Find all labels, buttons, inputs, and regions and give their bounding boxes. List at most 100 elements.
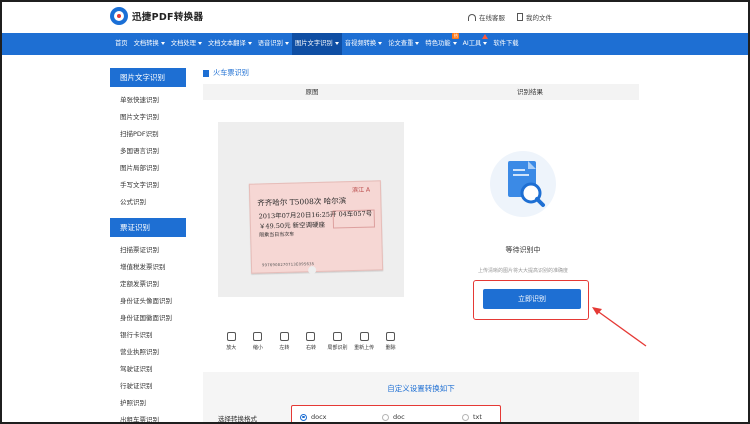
image-preview: 滨江 A 齐齐哈尔 T5008次 哈尔滨 2013年07月20日16:25开 0…	[218, 122, 404, 297]
ticket-price: ￥49.50元 新空调硬座	[258, 220, 326, 231]
logo-icon	[110, 7, 128, 25]
chevron-down-icon	[378, 41, 383, 45]
chevron-down-icon	[247, 41, 252, 45]
recognize-illustration-icon	[490, 151, 556, 217]
sidebar-item[interactable]: 增值税发票识别	[120, 259, 186, 276]
logo-text: 迅捷PDF转换器	[132, 12, 204, 23]
sidebar-item[interactable]: 扫描PDF识别	[120, 126, 186, 143]
format-doc-label: doc	[393, 413, 405, 421]
top-header: 迅捷PDF转换器 在线客服 我的文件	[2, 2, 748, 32]
hot-badge: 热	[452, 33, 460, 39]
sidebar-item[interactable]: 身份证头像面识别	[120, 293, 186, 310]
sidebar-item[interactable]: 手写文字识别	[120, 177, 186, 194]
ticket-serial: 9976908270713E095635	[261, 261, 315, 268]
sidebar-item[interactable]: 公式识别	[120, 194, 186, 211]
ticket-stamp	[332, 209, 376, 229]
nav-item-label: 语音识别	[257, 40, 283, 47]
conversion-settings: 自定义设置转换如下 选择转换格式 docx doc txt	[203, 372, 639, 423]
tool-button-6[interactable]: 删除	[380, 332, 402, 351]
breadcrumb: 火车票识别	[203, 66, 639, 80]
zoom-in-icon	[226, 332, 236, 341]
browser-frame: 迅捷PDF转换器 在线客服 我的文件 首页 文档转换 文档处理 文档文本翻译 语音识别图…	[0, 0, 750, 424]
logo[interactable]: 迅捷PDF转换器	[110, 7, 203, 25]
sidebar-list: 扫描票证识别 增值税发票识别 定额发票识别 身份证头像面识别 身份证国徽面识别 银行卡识别…	[110, 237, 186, 422]
format-option-docx[interactable]: docx	[300, 413, 327, 421]
nav-item-label: 首页	[115, 40, 128, 47]
chevron-down-icon	[415, 41, 420, 45]
tool-label: 局部识别	[327, 345, 348, 351]
online-service-link[interactable]: 在线客服	[468, 12, 505, 22]
sidebar-item[interactable]: 图片文字识别	[120, 109, 186, 126]
sidebar-item[interactable]: 图片局部识别	[120, 160, 186, 177]
my-files-link[interactable]: 我的文件	[517, 12, 552, 22]
annotation-arrow-icon	[592, 307, 647, 347]
nav-item-4[interactable]: 语音识别	[255, 33, 292, 55]
sidebar-item[interactable]: 护照识别	[120, 395, 186, 412]
format-option-doc[interactable]: doc	[382, 413, 405, 421]
tool-label: 删除	[385, 345, 396, 351]
rotate-right-icon	[306, 332, 316, 341]
sidebar-item[interactable]: 行驶证识别	[120, 378, 186, 395]
chevron-down-icon	[452, 41, 457, 45]
nav-item-7[interactable]: 论文查重	[385, 33, 422, 55]
refresh-icon	[359, 332, 369, 341]
tool-label: 左转	[279, 345, 290, 351]
chevron-down-icon	[160, 41, 165, 45]
nav-item-label: 文档转换	[133, 40, 159, 47]
breadcrumb-icon	[203, 69, 209, 77]
settings-title: 自定义设置转换如下	[387, 384, 455, 393]
recognize-now-button[interactable]: 立即识别	[483, 289, 581, 309]
chevron-down-icon	[197, 41, 202, 45]
sidebar-section-title[interactable]: 图片文字识别	[110, 68, 186, 87]
headset-icon	[468, 13, 476, 21]
panel-header: 原图 识别结果	[203, 84, 639, 100]
document-icon	[517, 13, 523, 21]
tool-button-0[interactable]: 放大	[220, 332, 242, 351]
tool-button-4[interactable]: 局部识别	[327, 332, 349, 351]
sidebar-item[interactable]: 出租车票识别	[120, 412, 186, 422]
format-docx-label: docx	[311, 413, 327, 421]
chevron-down-icon	[483, 41, 488, 45]
nav-item-6[interactable]: 音视频转换	[342, 33, 385, 55]
sidebar-item[interactable]: 营业执照识别	[120, 344, 186, 361]
nav-item-2[interactable]: 文档处理	[168, 33, 205, 55]
header-links: 在线客服 我的文件	[468, 12, 552, 22]
nav-item-5[interactable]: 图片文字识别	[291, 33, 342, 55]
ticket-notch	[308, 266, 317, 275]
sidebar-item[interactable]: 身份证国徽面识别	[120, 310, 186, 327]
nav-item-9[interactable]: AI工具	[460, 33, 491, 55]
radio-txt[interactable]	[462, 413, 469, 421]
format-option-txt[interactable]: txt	[462, 413, 482, 421]
sidebar-item[interactable]: 多国语言识别	[120, 143, 186, 160]
nav-item-3[interactable]: 文档文本翻译	[205, 33, 255, 55]
nav-item-label: 软件下载	[493, 40, 519, 47]
nav-item-8[interactable]: 特色功能热	[422, 33, 460, 55]
tool-button-2[interactable]: 左转	[273, 332, 295, 351]
nav-item-label: 特色功能	[425, 40, 451, 47]
tool-button-1[interactable]: 缩小	[247, 332, 269, 351]
nav-item-label: AI工具	[462, 40, 482, 47]
tool-button-3[interactable]: 右转	[300, 332, 322, 351]
tool-label: 放大	[226, 345, 237, 351]
tool-label: 右转	[305, 345, 316, 351]
sidebar-item[interactable]: 定额发票识别	[120, 276, 186, 293]
sidebar-item[interactable]: 单张快速识别	[120, 92, 186, 109]
radio-docx[interactable]	[300, 413, 307, 421]
sidebar-item[interactable]: 银行卡识别	[120, 327, 186, 344]
tool-button-5[interactable]: 重新上传	[353, 332, 375, 351]
ticket-photo: 滨江 A 齐齐哈尔 T5008次 哈尔滨 2013年07月20日16:25开 0…	[218, 122, 404, 297]
nav-item-1[interactable]: 文档转换	[131, 33, 168, 55]
recognize-hint: 上传清晰的图片将大大提高识别的准确度	[477, 268, 568, 274]
radio-doc[interactable]	[382, 413, 389, 421]
sidebar-item[interactable]: 扫描票证识别	[120, 242, 186, 259]
rotate-left-icon	[279, 332, 289, 341]
recognize-button-highlight: 立即识别	[473, 280, 589, 320]
main-content: 火车票识别 原图 识别结果 滨江 A 齐齐哈尔 T5008次 哈尔滨 2013年…	[203, 66, 639, 422]
ticket-station-no: 滨江 A	[351, 186, 371, 195]
format-label: 选择转换格式	[218, 415, 257, 423]
nav-item-0[interactable]: 首页	[112, 33, 131, 55]
sidebar-item[interactable]: 驾驶证识别	[120, 361, 186, 378]
nav-item-10[interactable]: 软件下载	[490, 33, 521, 55]
sidebar-section-title[interactable]: 票证识别	[110, 218, 186, 237]
sidebar: 图片文字识别 单张快速识别 图片文字识别 扫描PDF识别 多国语言识别 图片局部识别 手写文…	[110, 68, 186, 422]
